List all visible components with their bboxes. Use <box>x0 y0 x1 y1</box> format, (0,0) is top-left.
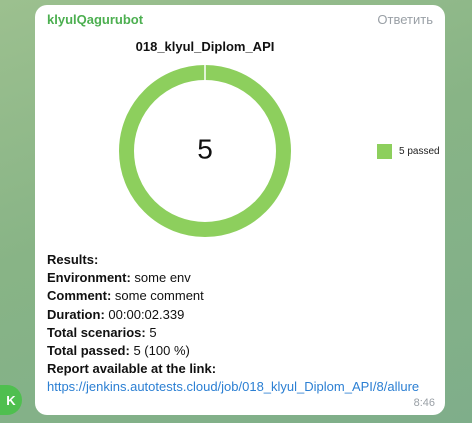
environment-label: Environment: <box>47 270 131 286</box>
message-bubble: klyulQagurubot Ответить 018_klyul_Diplom… <box>35 5 445 415</box>
total-scenarios-value: 5 <box>149 324 157 340</box>
legend-label-passed: 5 passed <box>399 146 440 157</box>
total-scenarios-label: Total scenarios: <box>47 324 146 340</box>
donut-chart: 5 <box>119 64 291 237</box>
message-time: 8:46 <box>413 397 435 409</box>
chart-legend: 5 passed <box>377 144 440 159</box>
report-text: Results: Environment: some env Comment: … <box>47 251 442 397</box>
total-passed-value: 5 (100 %) <box>133 343 190 359</box>
results-heading: Results: <box>47 252 99 267</box>
donut-center-label: 5 <box>197 133 213 164</box>
comment-value: some comment <box>114 288 204 304</box>
report-link-label: Report available at the link: <box>47 361 217 377</box>
report-link[interactable]: https://jenkins.autotests.cloud/job/018_… <box>47 379 419 394</box>
avatar-letter: K <box>6 392 16 408</box>
duration-value: 00:00:02.339 <box>108 306 185 322</box>
total-passed-label: Total passed: <box>47 343 130 359</box>
duration-label: Duration: <box>47 306 105 322</box>
environment-value: some env <box>134 270 191 286</box>
comment-label: Comment: <box>47 288 112 304</box>
legend-swatch-passed <box>377 144 392 159</box>
